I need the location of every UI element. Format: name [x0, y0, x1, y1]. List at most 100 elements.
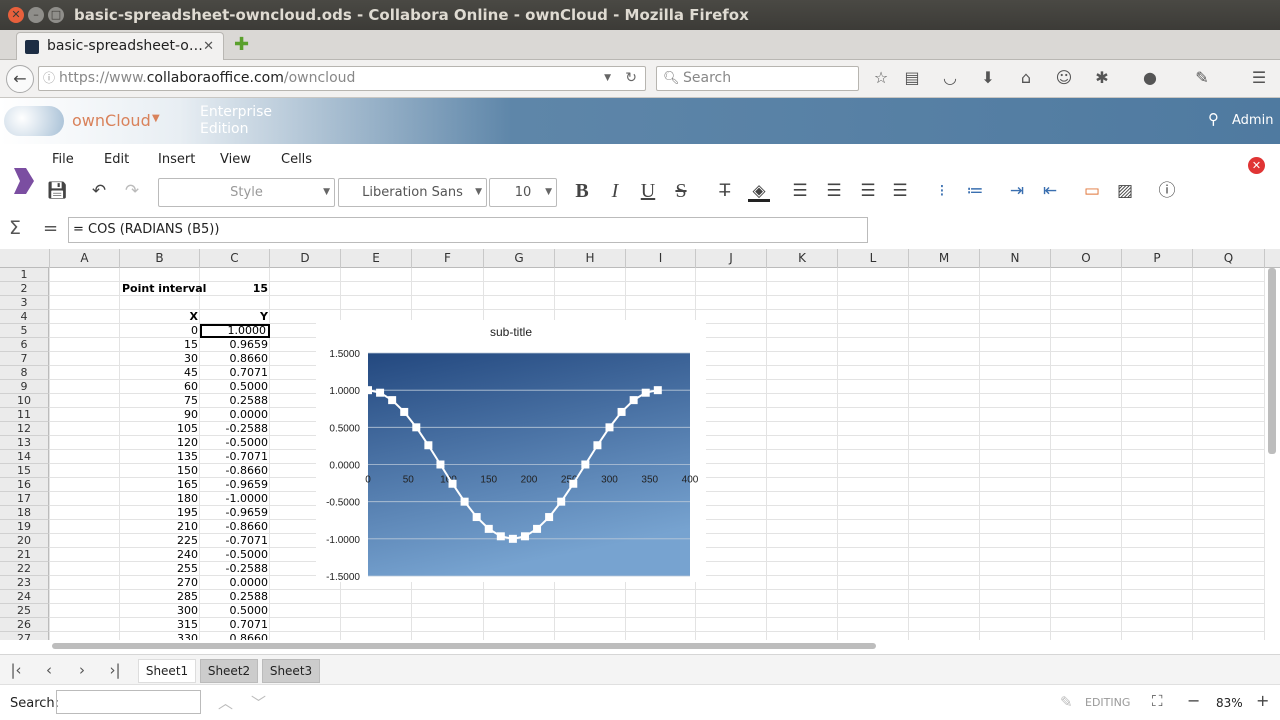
row-header-3[interactable]: 3: [0, 296, 49, 310]
cell-y-value[interactable]: -0.9659: [200, 478, 270, 492]
align-left-icon[interactable]: ☰: [789, 180, 811, 202]
row-header-17[interactable]: 17: [0, 492, 49, 506]
horizontal-scrollbar[interactable]: [52, 643, 876, 649]
cell-y-value[interactable]: -0.7071: [200, 534, 270, 548]
cell-b2[interactable]: Point interval: [120, 282, 206, 296]
formula-input[interactable]: = COS (RADIANS (B5)): [68, 217, 868, 243]
bullet-list-icon[interactable]: ⁝: [931, 180, 953, 202]
pocket-icon[interactable]: ◡: [940, 68, 960, 88]
select-all-corner[interactable]: [0, 249, 50, 268]
cell-x-value[interactable]: 255: [120, 562, 200, 576]
cell-x-value[interactable]: 135: [120, 450, 200, 464]
last-sheet-icon[interactable]: ›|: [106, 661, 124, 679]
row-header-12[interactable]: 12: [0, 422, 49, 436]
column-header-f[interactable]: F: [412, 249, 484, 268]
cell-x-value[interactable]: 225: [120, 534, 200, 548]
column-header-o[interactable]: O: [1051, 249, 1122, 268]
cell-x-value[interactable]: 60: [120, 380, 200, 394]
cell-b4[interactable]: X: [120, 310, 200, 324]
row-header-13[interactable]: 13: [0, 436, 49, 450]
cell-y-value[interactable]: -0.8660: [200, 464, 270, 478]
vertical-scrollbar[interactable]: [1268, 268, 1276, 454]
cell-x-value[interactable]: 330: [120, 632, 200, 640]
search-box[interactable]: 🔍︎ Search: [656, 66, 859, 91]
cell-x-value[interactable]: 315: [120, 618, 200, 632]
cell-y-value[interactable]: 0.9659: [200, 338, 270, 352]
column-header-c[interactable]: C: [200, 249, 270, 268]
cell-x-value[interactable]: 75: [120, 394, 200, 408]
extension-icon[interactable]: ✱: [1092, 68, 1112, 88]
search-up-icon[interactable]: ︿: [218, 692, 233, 713]
sum-icon[interactable]: Σ: [9, 217, 21, 239]
cell-x-value[interactable]: 285: [120, 590, 200, 604]
cell-x-value[interactable]: 270: [120, 576, 200, 590]
sheet-tab-2[interactable]: Sheet2: [200, 659, 258, 683]
column-header-q[interactable]: Q: [1193, 249, 1265, 268]
home-icon[interactable]: ⌂: [1016, 68, 1036, 88]
row-header-19[interactable]: 19: [0, 520, 49, 534]
sheet-tab-3[interactable]: Sheet3: [262, 659, 320, 683]
cell-y-value[interactable]: 0.8660: [200, 632, 270, 640]
row-header-27[interactable]: 27: [0, 632, 49, 640]
row-header-5[interactable]: 5: [0, 324, 49, 338]
cell-x-value[interactable]: 180: [120, 492, 200, 506]
column-header-a[interactable]: A: [50, 249, 120, 268]
cell-x-value[interactable]: 150: [120, 464, 200, 478]
column-header-j[interactable]: J: [696, 249, 767, 268]
row-header-14[interactable]: 14: [0, 450, 49, 464]
undo-icon[interactable]: ↶: [88, 180, 110, 202]
row-header-16[interactable]: 16: [0, 478, 49, 492]
menu-view[interactable]: View: [220, 152, 251, 167]
cell-y-value[interactable]: 0.7071: [200, 366, 270, 380]
row-header-21[interactable]: 21: [0, 548, 49, 562]
minimize-window-icon[interactable]: –: [28, 7, 44, 23]
new-tab-icon[interactable]: ✚: [234, 34, 249, 55]
numbered-list-icon[interactable]: ≔: [964, 180, 986, 202]
zoom-out-icon[interactable]: −: [1187, 691, 1200, 710]
cell-y-value[interactable]: -0.7071: [200, 450, 270, 464]
cell-x-value[interactable]: 30: [120, 352, 200, 366]
reading-list-icon[interactable]: ▤: [902, 68, 922, 88]
cell-x-value[interactable]: 165: [120, 478, 200, 492]
row-header-8[interactable]: 8: [0, 366, 49, 380]
cell-y-value[interactable]: -0.5000: [200, 548, 270, 562]
background-color-icon[interactable]: ◈: [748, 180, 770, 202]
next-sheet-icon[interactable]: ›: [73, 661, 91, 679]
cell-x-value[interactable]: 105: [120, 422, 200, 436]
cell-y-value[interactable]: 0.0000: [200, 408, 270, 422]
cell-x-value[interactable]: 90: [120, 408, 200, 422]
save-icon[interactable]: 💾︎: [46, 180, 68, 202]
bookmark-star-icon[interactable]: ☆: [871, 68, 891, 88]
user-menu[interactable]: Admin: [1232, 113, 1273, 128]
underline-icon[interactable]: U: [637, 180, 659, 202]
site-info-icon[interactable]: ⓘ: [43, 67, 55, 90]
column-header-l[interactable]: L: [838, 249, 909, 268]
browser-tab[interactable]: basic-spreadsheet-o… ✕: [16, 32, 224, 60]
hamburger-menu-icon[interactable]: ☰: [1249, 68, 1269, 88]
column-header-b[interactable]: B: [120, 249, 200, 268]
column-header-m[interactable]: M: [909, 249, 980, 268]
cell-y-value[interactable]: 0.5000: [200, 380, 270, 394]
sheet-tab-1[interactable]: Sheet1: [138, 659, 196, 683]
row-header-2[interactable]: 2: [0, 282, 49, 296]
url-dropdown-icon[interactable]: ▼: [604, 67, 611, 90]
font-name-select[interactable]: Liberation Sans ▼: [338, 178, 487, 207]
font-size-select[interactable]: 10 ▼: [489, 178, 557, 207]
column-header-p[interactable]: P: [1122, 249, 1193, 268]
cell-x-value[interactable]: 45: [120, 366, 200, 380]
row-header-25[interactable]: 25: [0, 604, 49, 618]
column-header-n[interactable]: N: [980, 249, 1051, 268]
cell-y-value[interactable]: -0.9659: [200, 506, 270, 520]
cell-y-value[interactable]: 0.2588: [200, 590, 270, 604]
row-header-6[interactable]: 6: [0, 338, 49, 352]
cell-x-value[interactable]: 120: [120, 436, 200, 450]
menu-file[interactable]: File: [52, 152, 74, 167]
row-header-10[interactable]: 10: [0, 394, 49, 408]
row-header-4[interactable]: 4: [0, 310, 49, 324]
row-header-15[interactable]: 15: [0, 464, 49, 478]
download-icon[interactable]: ⬇: [978, 68, 998, 88]
fit-page-icon[interactable]: ⛶: [1152, 692, 1163, 710]
active-cell-c5[interactable]: 1.0000: [200, 324, 270, 338]
style-select[interactable]: Style ▼: [158, 178, 335, 207]
cell-x-value[interactable]: 15: [120, 338, 200, 352]
